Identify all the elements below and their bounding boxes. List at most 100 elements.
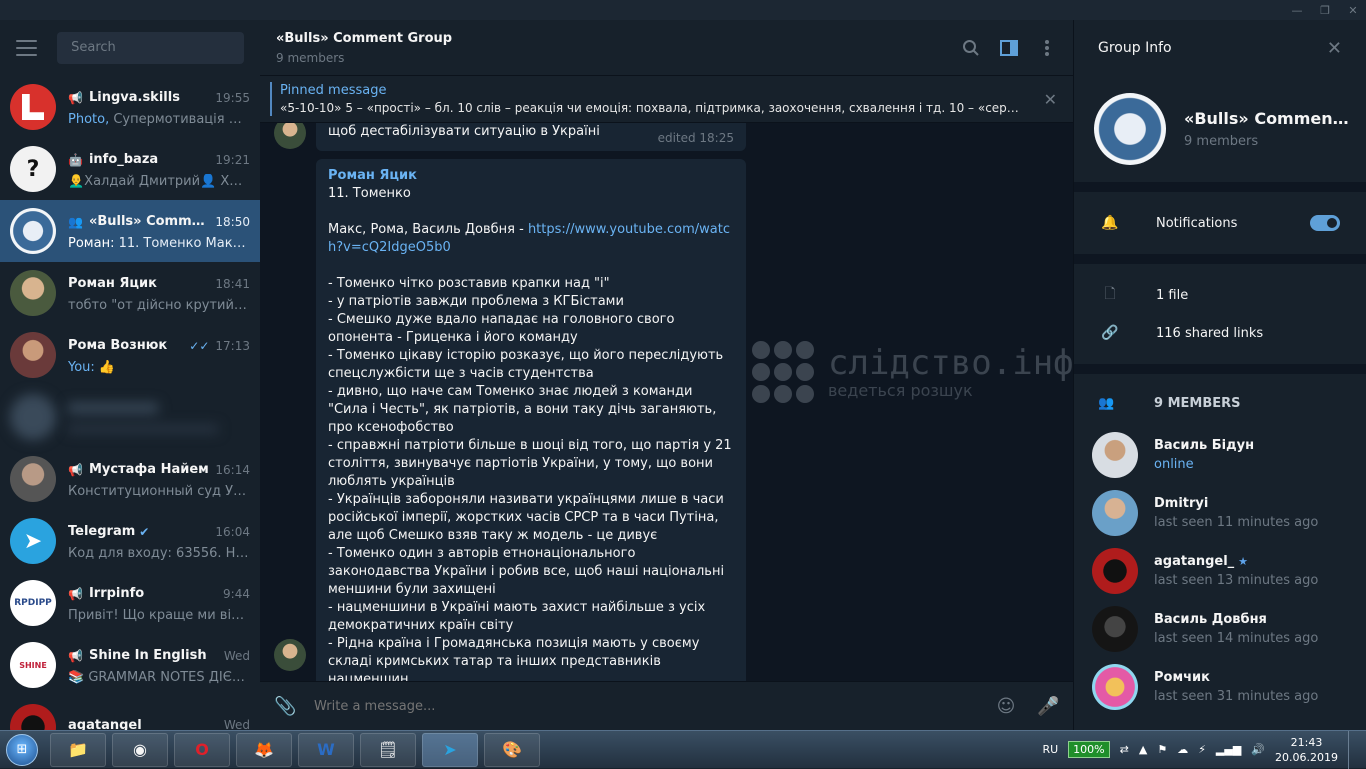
chat-avatar bbox=[10, 270, 56, 316]
chat-item-roman[interactable]: Роман Яцик 18:41 тобто "от дійсно крутий … bbox=[0, 262, 260, 324]
member-item[interactable]: Ромчик last seen 31 minutes ago bbox=[1074, 658, 1366, 716]
members-icon: 👥 bbox=[1098, 395, 1115, 411]
search-input[interactable]: Search bbox=[57, 32, 244, 64]
network-icon[interactable]: ⇄ bbox=[1120, 743, 1129, 756]
group-info-panel: Group Info ✕ «Bulls» Comment G... 9 memb… bbox=[1073, 20, 1366, 730]
chat-item-irrpinfo[interactable]: RPDIPP 📢 Irrpinfo 9:44 Привіт! Що краще ми… bbox=[0, 572, 260, 634]
power-icon[interactable]: ⚡ bbox=[1198, 743, 1206, 756]
chat-avatar bbox=[10, 456, 56, 502]
message-list[interactable]: щоб дестабілізувати ситуацію в Україні e… bbox=[260, 123, 1073, 681]
member-avatar bbox=[1092, 490, 1138, 536]
pinned-message-bar[interactable]: Pinned message «5-10-10» 5 – «прості» – … bbox=[260, 76, 1073, 123]
language-indicator[interactable]: RU bbox=[1042, 743, 1058, 756]
message-sender[interactable]: Роман Яцик bbox=[328, 167, 734, 185]
panel-title: Group Info bbox=[1098, 40, 1172, 56]
cloud-icon[interactable]: ☁ bbox=[1177, 743, 1188, 756]
volume-icon[interactable]: 🔊 bbox=[1251, 743, 1265, 756]
minimize-icon[interactable]: — bbox=[1290, 4, 1304, 17]
pinned-message-title: Pinned message bbox=[280, 83, 387, 98]
tray-expand-icon[interactable]: ▲ bbox=[1139, 743, 1147, 756]
attach-icon[interactable]: 📎 bbox=[274, 696, 298, 717]
notifications-toggle[interactable] bbox=[1310, 215, 1340, 231]
megaphone-icon: 📢 bbox=[68, 90, 83, 105]
system-tray: RU 100% ⇄ ▲ ⚑ ☁ ⚡ ▂▄▆ 🔊 21:43 20.06.2019 bbox=[1042, 730, 1366, 769]
chat-avatar bbox=[10, 394, 56, 440]
megaphone-icon: 📢 bbox=[68, 462, 83, 477]
start-button[interactable]: ⊞ bbox=[0, 732, 44, 768]
message-line: Макс, Рома, Василь Довбня - https://www.… bbox=[328, 222, 730, 255]
group-name: «Bulls» Comment G... bbox=[1184, 109, 1354, 128]
chat-title[interactable]: «Bulls» Comment Group bbox=[276, 31, 452, 46]
sender-avatar[interactable] bbox=[274, 639, 306, 671]
windows-logo-icon: ⊞ bbox=[6, 733, 38, 766]
message-input[interactable] bbox=[314, 691, 975, 721]
telegram-logo-icon: ➤ bbox=[10, 518, 56, 564]
chat-area: «Bulls» Comment Group 9 members Pinned m… bbox=[260, 20, 1073, 730]
notifications-row[interactable]: 🔔 Notifications bbox=[1074, 204, 1366, 242]
close-pinned-icon[interactable]: ✕ bbox=[1044, 90, 1057, 109]
chat-item-blurred[interactable] bbox=[0, 386, 260, 448]
message-composer: 📎 ☺ 🎤 bbox=[260, 681, 1073, 730]
taskbar-chrome-icon[interactable]: ◉ bbox=[112, 732, 168, 767]
group-member-count: 9 members bbox=[1184, 134, 1259, 149]
chat-item-bulls-group[interactable]: 👥«Bulls» Comment ...18:50 Роман: 11. Том… bbox=[0, 200, 260, 262]
member-item[interactable]: Василь Бідун online bbox=[1074, 426, 1366, 484]
megaphone-icon: 📢 bbox=[68, 648, 83, 663]
chat-list-sidebar: Search 📢 Lingva.skills 19:55 Photo, Суперм… bbox=[0, 20, 260, 730]
member-avatar bbox=[1092, 606, 1138, 652]
verified-icon: ✔ bbox=[139, 524, 150, 539]
taskbar-telegram-icon[interactable]: ➤ bbox=[422, 732, 478, 767]
member-item[interactable]: Василь Довбня last seen 14 minutes ago bbox=[1074, 600, 1366, 658]
microphone-icon[interactable]: 🎤 bbox=[1037, 696, 1059, 717]
member-avatar bbox=[1092, 432, 1138, 478]
message-body: - Томенко чітко розставив крапки над "і"… bbox=[328, 276, 732, 681]
chat-avatar: SHINE bbox=[10, 642, 56, 688]
chat-avatar: ? bbox=[10, 146, 56, 192]
taskbar-firefox-icon[interactable]: 🦊 bbox=[236, 732, 292, 767]
member-item[interactable]: agatangel_ ★ last seen 13 minutes ago bbox=[1074, 542, 1366, 600]
clock[interactable]: 21:43 20.06.2019 bbox=[1275, 735, 1338, 765]
emoji-icon[interactable]: ☺ bbox=[995, 696, 1017, 717]
sender-avatar[interactable] bbox=[274, 123, 306, 149]
close-panel-icon[interactable]: ✕ bbox=[1327, 38, 1342, 59]
restore-icon[interactable]: ❐ bbox=[1318, 4, 1332, 17]
chat-item-shine[interactable]: SHINE 📢 Shine In English Wed 📚 GRAMMAR NOT… bbox=[0, 634, 260, 696]
signal-icon[interactable]: ▂▄▆ bbox=[1216, 743, 1241, 756]
sidebar-toggle-icon[interactable] bbox=[999, 38, 1019, 58]
bell-icon: 🔔 bbox=[1101, 215, 1119, 231]
group-avatar[interactable] bbox=[1094, 93, 1166, 165]
flag-icon[interactable]: ⚑ bbox=[1157, 743, 1167, 756]
taskbar-word-icon[interactable]: W bbox=[298, 732, 354, 767]
close-window-icon[interactable]: ✕ bbox=[1346, 4, 1360, 17]
menu-icon[interactable] bbox=[16, 40, 38, 56]
member-item[interactable]: Dmitryi last seen 11 minutes ago bbox=[1074, 484, 1366, 542]
chat-header: «Bulls» Comment Group 9 members bbox=[260, 20, 1073, 76]
message-bubble[interactable]: Роман Яцик 11. Томенко Макс, Рома, Васил… bbox=[316, 159, 746, 681]
chat-item-info-baza[interactable]: ? 🤖 info_baza 19:21 👨‍🦲Халдай Дмитрий👤 Хал… bbox=[0, 138, 260, 200]
more-options-icon[interactable] bbox=[1037, 38, 1057, 58]
battery-indicator[interactable]: 100% bbox=[1068, 741, 1110, 758]
blurred-chat-content bbox=[68, 398, 250, 437]
chat-item-agatangel[interactable]: agatangel_ Wed bbox=[0, 696, 260, 730]
show-desktop-button[interactable] bbox=[1348, 730, 1358, 769]
chat-item-telegram[interactable]: ➤ Telegram ✔ 16:04 Код для входу: 63556. Н… bbox=[0, 510, 260, 572]
chat-item-lingva[interactable]: 📢 Lingva.skills 19:55 Photo, Супермотиваці… bbox=[0, 76, 260, 138]
shared-links-row[interactable]: 🔗 116 shared links bbox=[1074, 314, 1366, 352]
megaphone-icon: 📢 bbox=[68, 586, 83, 601]
chat-item-roma[interactable]: Рома Вознюк ✓✓ 17:13 You: 👍 bbox=[0, 324, 260, 386]
message-heading: 11. Томенко bbox=[328, 186, 411, 201]
files-row[interactable]: 🗋 1 file bbox=[1074, 276, 1366, 314]
chat-avatar bbox=[10, 332, 56, 378]
group-profile: «Bulls» Comment G... 9 members bbox=[1074, 76, 1366, 182]
search-icon[interactable] bbox=[961, 38, 981, 58]
message-bubble[interactable]: щоб дестабілізувати ситуацію в Україні e… bbox=[316, 123, 746, 151]
chat-member-count: 9 members bbox=[276, 50, 345, 65]
taskbar-explorer-icon[interactable]: 📁 bbox=[50, 732, 106, 767]
chat-item-mustafa[interactable]: 📢 Мустафа Найем 16:14 Конституционный суд … bbox=[0, 448, 260, 510]
double-check-icon: ✓✓ bbox=[189, 338, 210, 353]
taskbar-opera-icon[interactable]: O bbox=[174, 732, 230, 767]
taskbar-paint-icon[interactable]: 🎨 bbox=[484, 732, 540, 767]
link-icon: 🔗 bbox=[1101, 325, 1119, 341]
window-titlebar: — ❐ ✕ bbox=[0, 0, 1366, 20]
taskbar-sticky-notes-icon[interactable]: 🗒 bbox=[360, 732, 416, 767]
